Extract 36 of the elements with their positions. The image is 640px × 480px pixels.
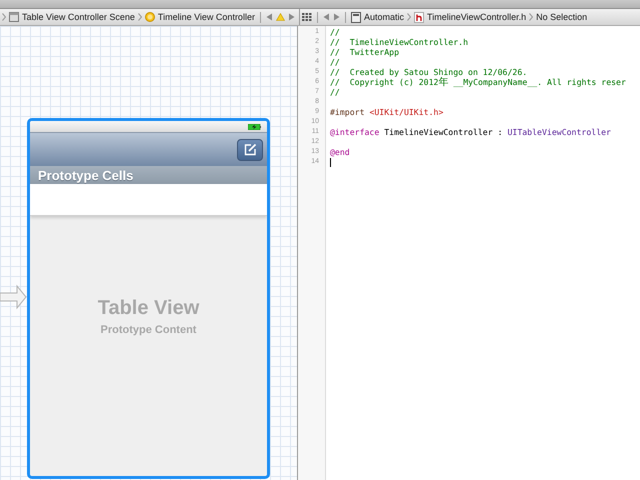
compose-button[interactable] <box>237 138 263 160</box>
code-line: // Created by Satou Shingo on 12/06/26. <box>330 67 528 77</box>
forward-icon[interactable] <box>333 13 340 21</box>
document-icon <box>351 12 361 22</box>
chevron-icon <box>138 13 142 21</box>
warning-icon[interactable] <box>276 13 285 21</box>
back-icon[interactable] <box>323 13 330 21</box>
storyboard-icon <box>9 12 19 22</box>
jump-bar-item[interactable]: TimelineViewController.h <box>414 12 526 22</box>
header-file-icon <box>414 12 424 22</box>
compose-icon <box>244 143 256 156</box>
code-line: @end <box>330 147 350 157</box>
jump-bar-item[interactable]: No Selection <box>536 12 588 22</box>
placeholder-title: Table View <box>98 296 200 320</box>
code-line: // <box>330 57 340 67</box>
jump-bar-item[interactable]: Timeline View Controller <box>144 12 255 22</box>
code-line: // TwitterApp <box>330 47 400 57</box>
jump-bar-item[interactable]: Automatic <box>351 12 404 22</box>
grid-icon[interactable] <box>302 13 312 21</box>
code-line: // Copyright (c) 2012年 __MyCompanyName__. All rights reser <box>330 76 626 88</box>
placeholder-subtitle: Prototype Content <box>100 324 196 336</box>
circle-icon <box>144 12 155 22</box>
code-line: // <box>330 27 340 37</box>
jump-bar-item[interactable]: Table View Controller Scene <box>9 12 135 22</box>
chevron-icon <box>407 13 412 21</box>
previous-issue-icon[interactable] <box>266 13 273 21</box>
code-line: #import <UIKit/UIKit.h> <box>330 107 444 117</box>
section-header: Prototype Cells <box>30 166 267 184</box>
code-line: // TimelineViewController.h <box>330 37 468 47</box>
code-line: // <box>330 87 340 97</box>
next-issue-icon[interactable] <box>288 13 295 21</box>
chevron-icon <box>2 13 6 21</box>
code-line: @interface TimelineViewController : UITableViewController <box>330 127 611 137</box>
chevron-icon <box>529 13 534 21</box>
battery-icon <box>248 124 261 130</box>
prototype-cell[interactable] <box>30 184 267 216</box>
